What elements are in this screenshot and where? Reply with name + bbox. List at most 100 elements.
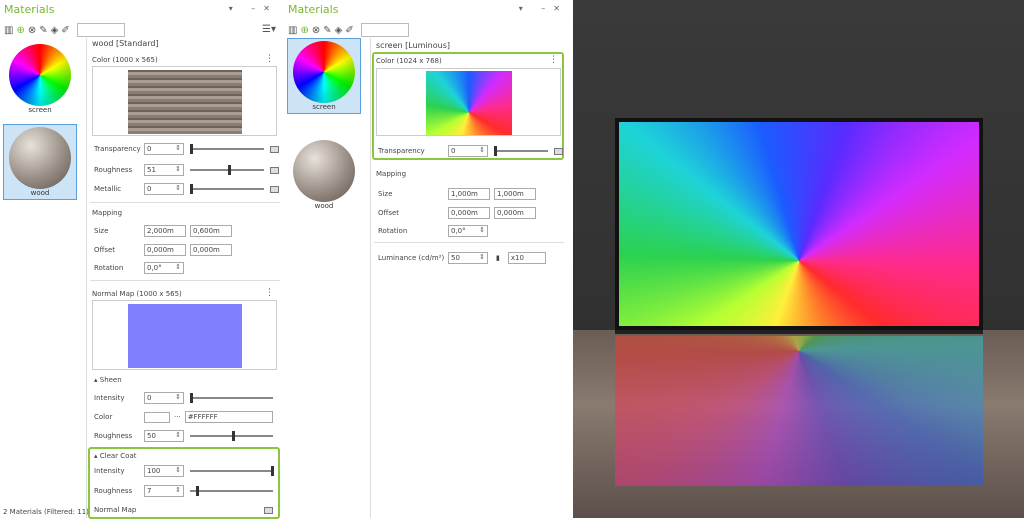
library-icon[interactable]: ▥ — [288, 25, 297, 36]
cc-intensity-spinner[interactable]: 100 — [144, 465, 184, 477]
color-map-header: Color (1000 x 565) — [92, 56, 158, 64]
material-header: screen [Luminous] — [376, 41, 450, 50]
image-icon[interactable] — [264, 506, 273, 514]
material-thumb-wood[interactable]: wood — [287, 138, 361, 214]
size-row: Size 1,000m 1,000m — [378, 187, 563, 201]
tv-screen — [619, 122, 979, 326]
brush-icon[interactable]: ✐ — [61, 25, 69, 36]
remove-icon[interactable]: ⊗ — [28, 25, 36, 36]
size-row: Size 2,000m 0,600m — [94, 224, 279, 238]
sheen-color-hex-field[interactable]: #FFFFFF — [184, 411, 273, 423]
offset-x-field[interactable]: 0,000m — [144, 244, 186, 256]
material-label: wood — [314, 202, 334, 210]
size-x-field[interactable]: 1,000m — [448, 188, 490, 200]
panel-title: Materials — [288, 3, 339, 16]
render-viewport[interactable] — [573, 0, 1024, 518]
material-preview-sphere — [293, 41, 355, 103]
material-thumb-wood[interactable]: wood — [3, 124, 77, 200]
color-swatch[interactable] — [144, 411, 170, 423]
rotation-spinner[interactable]: 0,0° — [448, 225, 488, 237]
color-map-preview[interactable] — [376, 68, 561, 136]
eyedropper-icon[interactable]: ✎ — [39, 25, 47, 36]
cc-intensity-slider[interactable] — [190, 466, 274, 476]
brush-icon[interactable]: ✐ — [345, 25, 353, 36]
offset-y-field[interactable]: 0,000m — [494, 207, 536, 219]
image-icon[interactable] — [270, 145, 279, 153]
offset-x-field[interactable]: 0,000m — [448, 207, 490, 219]
cc-roughness-spinner[interactable]: 7 — [144, 485, 184, 497]
luminance-row: Luminance (cd/m²) 50 ▮ x10 — [378, 251, 563, 265]
luminance-multiplier-select[interactable]: x10 — [507, 252, 546, 264]
offset-y-field[interactable]: 0,000m — [190, 244, 232, 256]
luminance-spinner[interactable]: 50 — [448, 252, 488, 264]
tv-reflection — [615, 336, 983, 486]
materials-panel-screen: Materials ▾ –✕ ▥ ⊕ ⊗ ✎ ◈ ✐ screen wood s… — [284, 0, 572, 518]
roughness-slider[interactable] — [190, 165, 264, 175]
color-picker-button[interactable]: ··· — [174, 413, 181, 421]
metallic-slider[interactable] — [190, 184, 264, 194]
cc-roughness-slider[interactable] — [190, 486, 273, 496]
sheen-title: ▴ Sheen — [94, 376, 122, 384]
roughness-spinner[interactable]: 51 — [144, 164, 184, 176]
window-controls[interactable]: ▾ –✕ — [229, 4, 278, 13]
material-header: wood [Standard] — [92, 39, 159, 48]
more-icon[interactable]: ⋮ — [265, 54, 274, 64]
color-map-header: Color (1024 x 768) — [376, 57, 442, 65]
sheen-color-row: Color ··· #FFFFFF — [94, 410, 279, 424]
material-list: screen wood — [0, 38, 80, 518]
library-icon[interactable]: ▥ — [4, 25, 13, 36]
slider-handle-icon[interactable]: ▮ — [496, 254, 500, 262]
normal-map-header: Normal Map (1000 x 565) — [92, 290, 182, 298]
normal-map-preview[interactable] — [92, 300, 277, 370]
transparency-slider[interactable] — [190, 144, 264, 154]
rotation-row: Rotation 0,0° — [378, 224, 563, 238]
transparency-spinner[interactable]: 0 — [144, 143, 184, 155]
sheen-roughness-spinner[interactable]: 50 — [144, 430, 184, 442]
menu-icon[interactable]: ☰▾ — [262, 24, 276, 35]
status-bar: 2 Materials (Filtered: 11) — [3, 508, 89, 516]
sheen-roughness-slider[interactable] — [190, 431, 273, 441]
add-icon[interactable]: ⊕ — [16, 25, 24, 36]
transparency-spinner[interactable]: 0 — [448, 145, 488, 157]
normal-texture — [127, 304, 242, 368]
image-icon[interactable] — [270, 166, 279, 174]
image-icon[interactable] — [270, 185, 279, 193]
material-label: screen — [28, 106, 52, 114]
mapping-title: Mapping — [376, 170, 407, 178]
offset-row: Offset 0,000m 0,000m — [378, 206, 563, 220]
metallic-spinner[interactable]: 0 — [144, 183, 184, 195]
material-thumb-screen[interactable]: screen — [287, 38, 361, 114]
divider — [374, 242, 564, 243]
search-input[interactable] — [360, 23, 409, 37]
size-y-field[interactable]: 1,000m — [494, 188, 536, 200]
paint-bucket-icon[interactable]: ◈ — [51, 25, 59, 36]
material-thumb-screen[interactable]: screen — [3, 42, 77, 118]
cc-intensity-row: Intensity 100 — [94, 464, 279, 478]
rotation-row: Rotation 0,0° — [94, 261, 279, 275]
sheen-intensity-spinner[interactable]: 0 — [144, 392, 184, 404]
materials-panel-wood: Materials ▾ –✕ ▥ ⊕ ⊗ ✎ ◈ ✐ ☰▾ screen woo… — [0, 0, 282, 519]
tv-base — [615, 330, 983, 334]
window-controls[interactable]: ▾ –✕ — [519, 4, 568, 13]
paint-bucket-icon[interactable]: ◈ — [335, 25, 343, 36]
clear-coat-title: ▴ Clear Coat — [94, 452, 137, 460]
color-map-preview[interactable] — [92, 66, 277, 136]
transparency-slider[interactable] — [494, 146, 548, 156]
rotation-spinner[interactable]: 0,0° — [144, 262, 184, 274]
more-icon[interactable]: ⋮ — [265, 288, 274, 298]
image-icon[interactable] — [554, 147, 563, 155]
metallic-row: Metallic 0 — [94, 182, 279, 196]
size-y-field[interactable]: 0,600m — [190, 225, 232, 237]
search-input[interactable] — [76, 23, 125, 37]
size-x-field[interactable]: 2,000m — [144, 225, 186, 237]
remove-icon[interactable]: ⊗ — [312, 25, 320, 36]
eyedropper-icon[interactable]: ✎ — [323, 25, 331, 36]
material-list: screen wood — [284, 38, 364, 518]
panel-title: Materials — [4, 3, 55, 16]
cc-roughness-row: Roughness 7 — [94, 484, 279, 498]
divider — [86, 38, 87, 518]
sheen-intensity-slider[interactable] — [190, 393, 273, 403]
more-icon[interactable]: ⋮ — [549, 55, 558, 65]
add-icon[interactable]: ⊕ — [300, 25, 308, 36]
cc-normal-row: Normal Map — [94, 503, 279, 517]
